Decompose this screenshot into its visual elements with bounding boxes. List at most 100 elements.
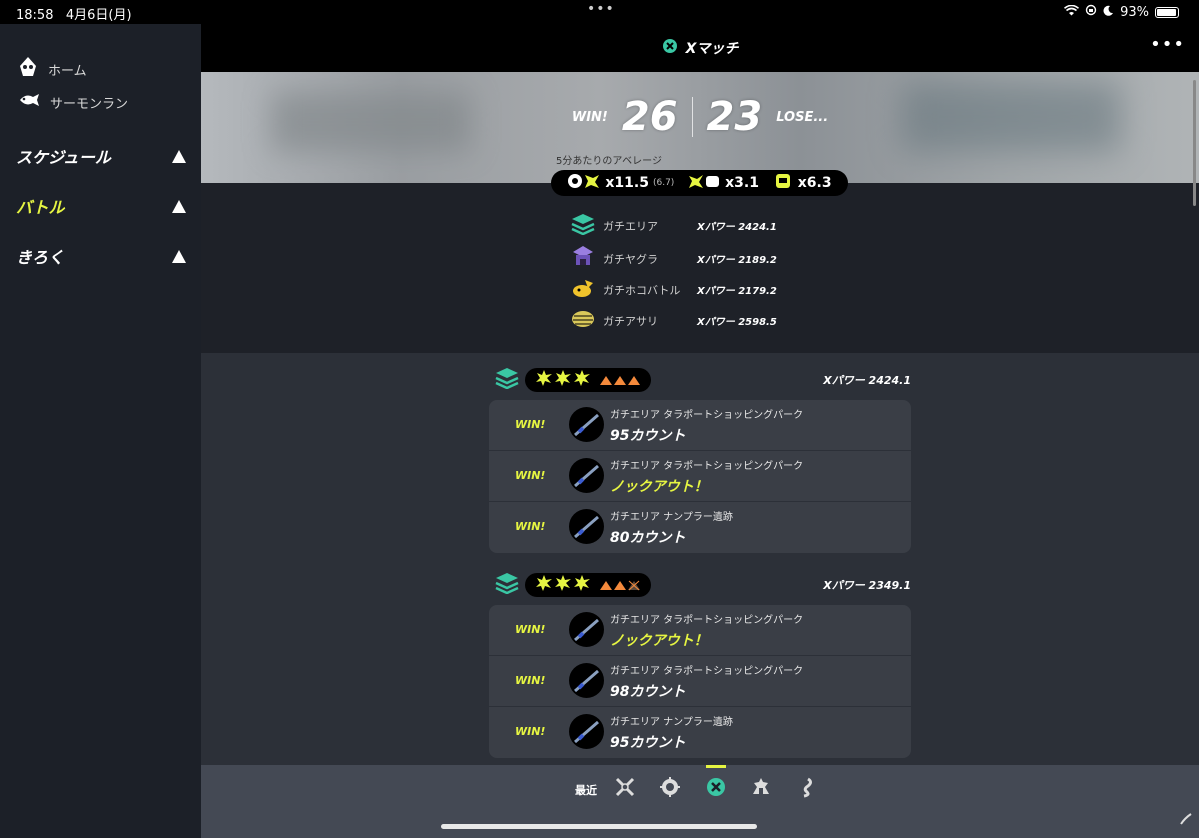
bankara-icon: [659, 776, 681, 802]
sidebar-section-battle[interactable]: バトル: [16, 194, 186, 218]
match-row[interactable]: WIN! ガチエリア タラポートショッピングパーク ノックアウト！: [489, 605, 911, 656]
sidebar-item-home[interactable]: ホーム: [18, 56, 87, 82]
tab-bankara-battle[interactable]: [659, 776, 681, 802]
paint-icon: [772, 172, 794, 194]
win-count: 26: [621, 94, 678, 140]
collapse-triangle-icon[interactable]: [172, 199, 186, 213]
group-xpower: Xパワー 2349.1: [823, 579, 911, 592]
splat-zones-icon: [571, 213, 595, 238]
xpower-row: ガチエリア Xパワー 2424.1: [571, 213, 777, 238]
status-right: 93%: [1064, 4, 1179, 20]
rank-arrow-icons: [599, 576, 641, 595]
kills-stat: x11.5 (6.7): [567, 172, 674, 194]
active-tab-indicator: [706, 765, 726, 768]
sidebar-section-records[interactable]: きろく: [16, 244, 186, 268]
match-history-list[interactable]: Xパワー 2424.1 WIN! ガチエリア タラポートショッピングパーク 95…: [201, 353, 1199, 765]
match-row[interactable]: WIN! ガチエリア ナンプラー遺跡 80カウント: [489, 502, 911, 553]
sidebar-item-label: サーモンラン: [50, 96, 129, 112]
result-label: WIN!: [515, 674, 546, 687]
average-label: 5分あたりのアベレージ: [556, 156, 662, 167]
tower-control-icon: [571, 245, 595, 272]
squid-icon: [18, 56, 38, 82]
weapon-icon: [569, 714, 604, 749]
specials-stat: x3.1: [687, 172, 759, 194]
match-score: 95カウント: [610, 428, 686, 444]
collapse-triangle-icon[interactable]: [172, 149, 186, 163]
stage-name: ガチエリア タラポートショッピングパーク: [610, 615, 804, 626]
match-group-header: Xパワー 2424.1: [495, 367, 911, 393]
match-row[interactable]: WIN! ガチエリア タラポートショッピングパーク 98カウント: [489, 656, 911, 707]
splat-zones-icon: [495, 572, 519, 598]
group-xpower: Xパワー 2424.1: [823, 374, 911, 387]
status-time: 18:58 4月6日(月): [16, 8, 132, 23]
battery-percent: 93%: [1120, 4, 1149, 20]
weapon-icon: [569, 612, 604, 647]
tab-private-battle[interactable]: [750, 778, 772, 800]
average-stats-pill: x11.5 (6.7) x3.1 x6.3: [551, 170, 848, 196]
crossed-weapons-icon: [614, 776, 636, 802]
match-score: ノックアウト！: [610, 479, 708, 495]
moon-icon: [1103, 5, 1114, 20]
lose-count: 23: [706, 94, 763, 140]
splat-zones-icon: [495, 367, 519, 393]
stage-name: ガチエリア タラポートショッピングパーク: [610, 410, 804, 421]
stage-name: ガチエリア タラポートショッピングパーク: [610, 666, 804, 677]
orientation-lock-icon: [1085, 4, 1097, 20]
win-splat-icons: [535, 574, 591, 596]
result-label: WIN!: [515, 418, 546, 431]
win-splat-icons: [535, 369, 591, 391]
kill-icon: [567, 172, 601, 194]
weapon-icon: [569, 663, 604, 698]
section-label: スケジュール: [16, 148, 111, 167]
match-row[interactable]: WIN! ガチエリア タラポートショッピングパーク 95カウント: [489, 400, 911, 451]
sidebar-section-schedule[interactable]: スケジュール: [16, 144, 186, 168]
match-row[interactable]: WIN! ガチエリア タラポートショッピングパーク ノックアウト！: [489, 451, 911, 502]
scrollbar[interactable]: [1193, 80, 1196, 206]
x-match-icon: [662, 38, 678, 58]
home-indicator[interactable]: [441, 824, 757, 829]
weapon-icon: [569, 458, 604, 493]
summary-banner: WIN! 26 23 LOSE... 5分あたりのアベレージ: [201, 72, 1199, 183]
section-label: きろく: [16, 248, 65, 267]
divider: [691, 97, 693, 137]
sidebar: ホーム サーモンラン スケジュール バトル きろく: [0, 24, 201, 838]
multitask-dots-icon[interactable]: •••: [587, 1, 615, 17]
xpower-panel: ガチエリア Xパワー 2424.1 ガチヤグラ Xパワー 2189.2 ガチホコ…: [201, 183, 1199, 353]
tab-recent[interactable]: 最近: [575, 782, 597, 798]
win-label: WIN!: [571, 109, 608, 125]
wifi-icon: [1064, 4, 1080, 20]
stage-name: ガチエリア ナンプラー遺跡: [610, 717, 733, 728]
result-label: WIN!: [515, 725, 546, 738]
x-match-icon: [705, 776, 727, 802]
match-score: 98カウント: [610, 684, 686, 700]
top-header: Xマッチ •••: [201, 24, 1199, 72]
sidebar-item-salmon-run[interactable]: サーモンラン: [18, 92, 128, 112]
paint-stat: x6.3: [772, 172, 832, 194]
section-label: バトル: [16, 198, 65, 217]
xpower-row: ガチホコバトル Xパワー 2179.2: [571, 277, 777, 302]
match-score: ノックアウト！: [610, 633, 708, 649]
more-options-icon[interactable]: •••: [1150, 34, 1185, 55]
result-label: WIN!: [515, 469, 546, 482]
rank-arrow-icons: [599, 371, 641, 390]
tab-event-match[interactable]: [795, 777, 817, 800]
result-label: WIN!: [515, 623, 546, 636]
collapse-triangle-icon[interactable]: [172, 249, 186, 263]
tab-regular-battle[interactable]: [614, 776, 636, 802]
streak-badge: [525, 368, 651, 392]
pencil-corner-icon[interactable]: [1179, 812, 1193, 830]
result-label: WIN!: [515, 520, 546, 533]
weapon-icon: [569, 509, 604, 544]
private-battle-icon: [750, 776, 772, 802]
streak-badge: [525, 573, 651, 597]
stage-name: ガチエリア ナンプラー遺跡: [610, 512, 733, 523]
salmon-icon: [18, 92, 40, 112]
match-group-header: Xパワー 2349.1: [495, 572, 911, 598]
match-row[interactable]: WIN! ガチエリア ナンプラー遺跡 95カウント: [489, 707, 911, 758]
lose-label: LOSE...: [776, 109, 829, 125]
stage-name: ガチエリア タラポートショッピングパーク: [610, 461, 804, 472]
tab-x-match[interactable]: [705, 778, 727, 800]
match-card: WIN! ガチエリア タラポートショッピングパーク 95カウント WIN! ガチ…: [489, 400, 911, 553]
match-score: 95カウント: [610, 735, 686, 751]
status-bar: 18:58 4月6日(月) ••• 93%: [0, 0, 1199, 24]
